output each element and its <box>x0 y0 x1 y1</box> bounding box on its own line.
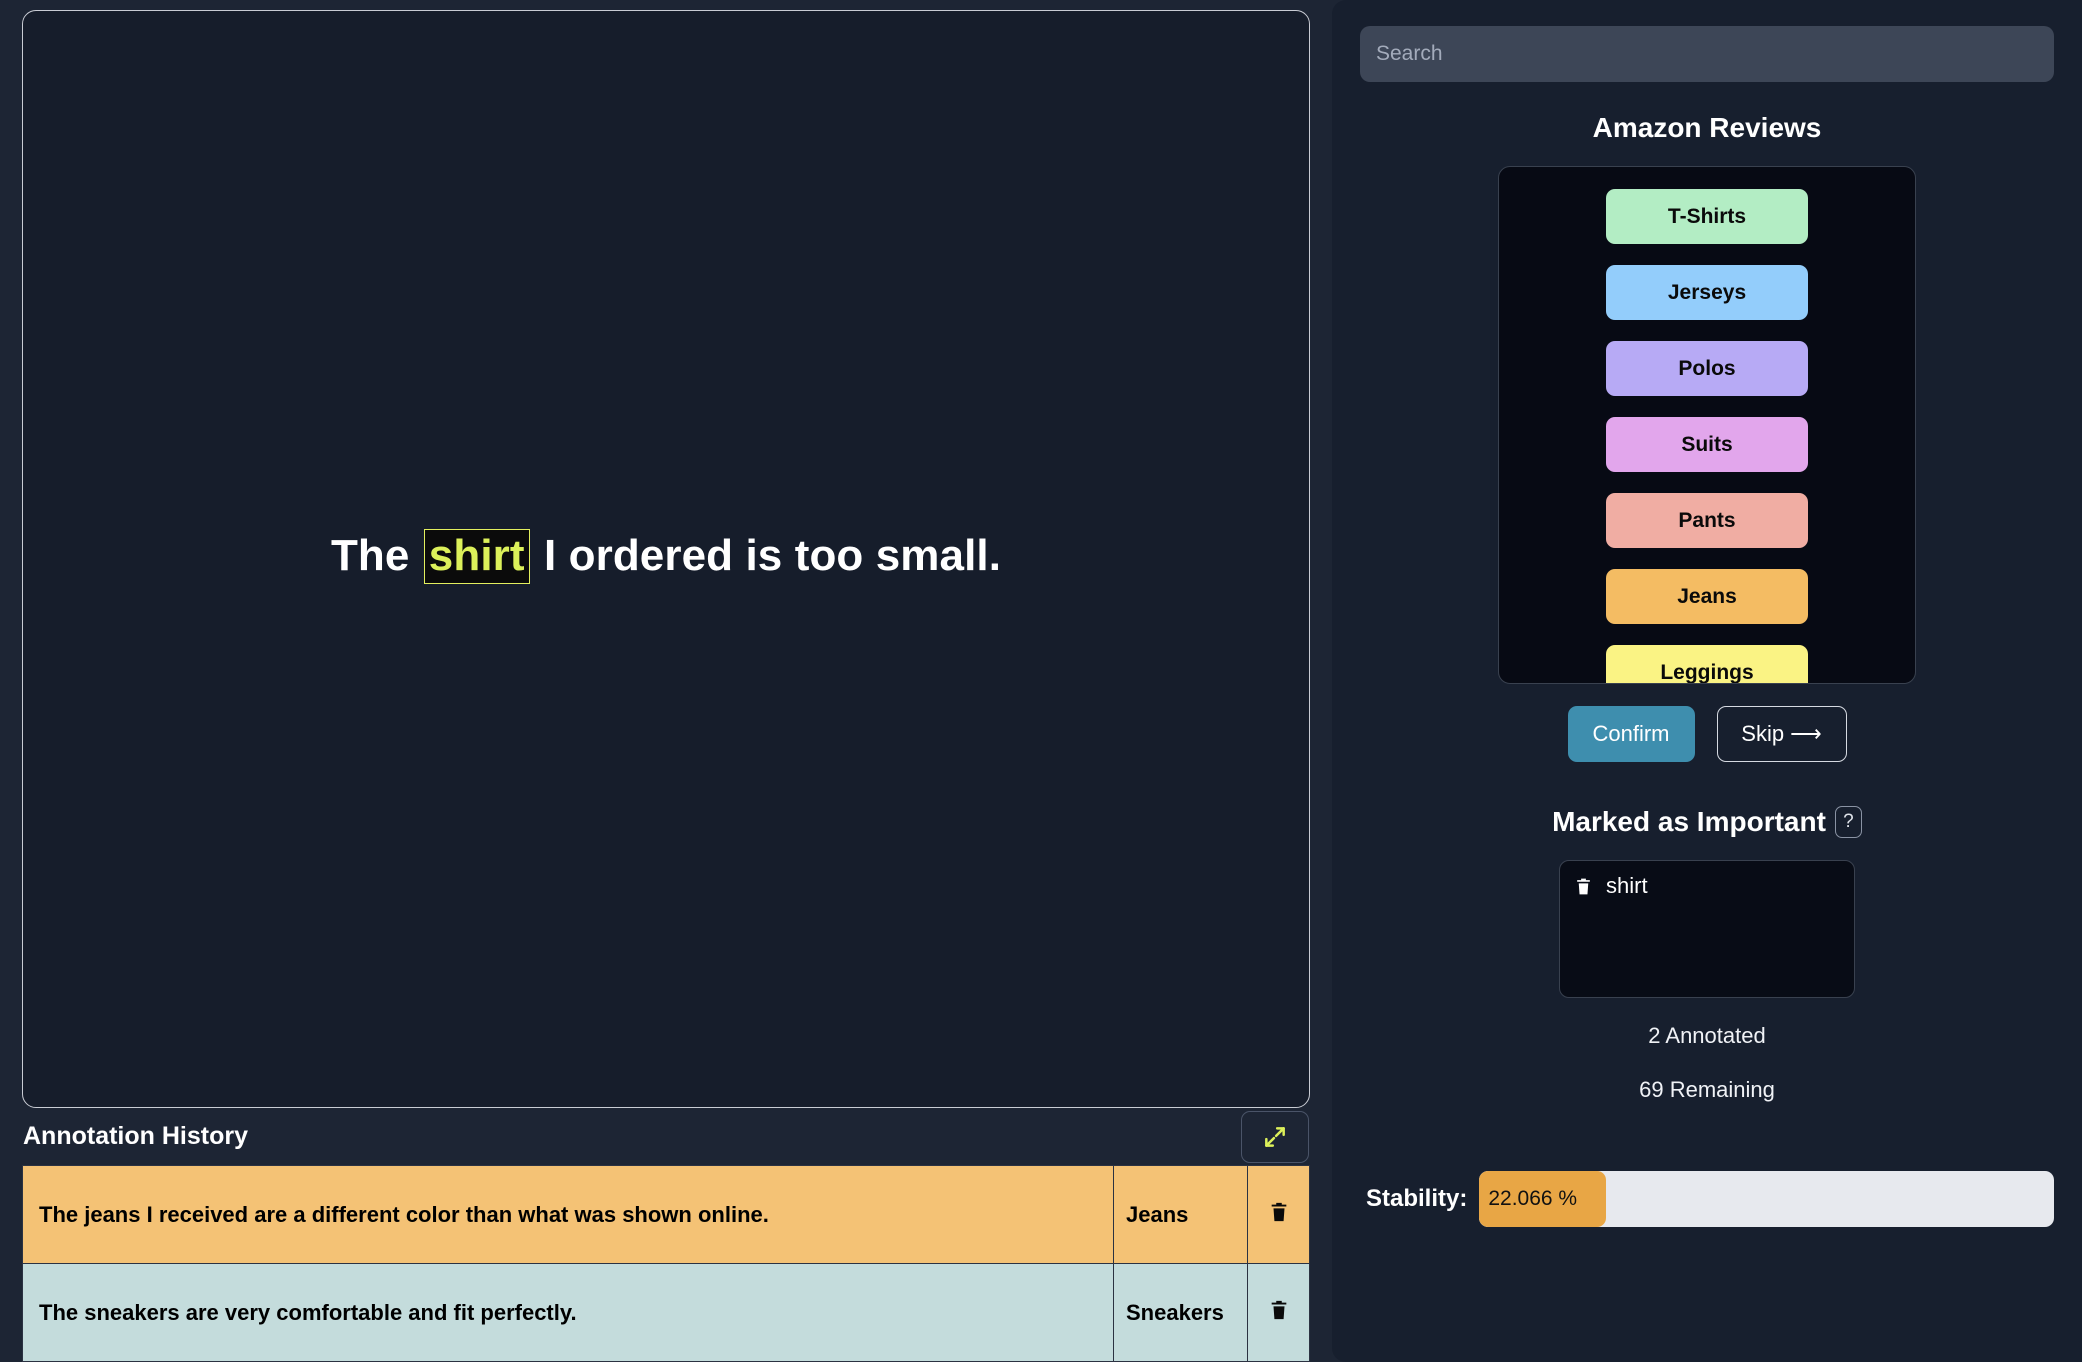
stability-progress-fill: 22.066 % <box>1479 1171 1607 1227</box>
confirm-button[interactable]: Confirm <box>1567 706 1695 762</box>
stability-row: Stability: 22.066 % <box>1360 1171 2054 1227</box>
category-button-polos[interactable]: Polos <box>1606 341 1808 396</box>
help-icon[interactable]: ? <box>1834 806 1862 838</box>
category-button-suits[interactable]: Suits <box>1606 417 1808 472</box>
category-button-leggings[interactable]: Leggings <box>1606 645 1808 683</box>
marked-important-title: Marked as Important <box>1552 806 1826 837</box>
action-row: Confirm Skip ⟶ <box>1567 706 1847 762</box>
annotated-count: 2 Annotated <box>1648 1023 1766 1048</box>
important-item-label: shirt <box>1606 873 1648 898</box>
trash-icon <box>1271 1202 1286 1221</box>
search-input[interactable] <box>1360 26 2054 82</box>
stability-progress-bar: 22.066 % <box>1479 1171 2054 1227</box>
sentence-panel: The shirt I ordered is too small. <box>22 10 1310 1108</box>
category-button-t-shirts[interactable]: T-Shirts <box>1606 189 1808 244</box>
expand-history-button[interactable] <box>1241 1110 1309 1163</box>
sentence-suffix: I ordered is too small. <box>531 531 1002 580</box>
marked-important-header: Marked as Important ? <box>1552 806 1862 838</box>
skip-button[interactable]: Skip ⟶ <box>1716 706 1847 762</box>
history-row-label: Jeans <box>1113 1165 1248 1264</box>
remaining-count: 69 Remaining <box>1639 1077 1775 1102</box>
table-row[interactable]: The sneakers are very comfortable and fi… <box>22 1263 1310 1362</box>
annotation-sentence: The shirt I ordered is too small. <box>330 529 1002 584</box>
left-column: The shirt I ordered is too small. Annota… <box>0 0 1332 1362</box>
history-row-text: The sneakers are very comfortable and fi… <box>22 1263 1114 1362</box>
category-button-jerseys[interactable]: Jerseys <box>1606 265 1808 320</box>
annotation-history-table: The jeans I received are a different col… <box>22 1165 1310 1362</box>
annotation-history-header: Annotation History <box>22 1108 1310 1165</box>
table-row[interactable]: The jeans I received are a different col… <box>22 1165 1310 1264</box>
sentence-prefix: The <box>330 531 422 580</box>
sidebar-title: Amazon Reviews <box>1592 112 1822 143</box>
trash-icon[interactable] <box>1574 876 1593 897</box>
list-item[interactable]: shirt <box>1574 873 1840 899</box>
annotation-history-body: The jeans I received are a different col… <box>22 1165 1310 1362</box>
history-row-delete-button[interactable] <box>1247 1263 1310 1362</box>
history-row-label: Sneakers <box>1113 1263 1248 1362</box>
expand-diagonal-icon <box>1265 1126 1285 1147</box>
category-button-pants[interactable]: Pants <box>1606 493 1808 548</box>
trash-icon <box>1271 1300 1286 1319</box>
highlighted-token[interactable]: shirt <box>423 529 530 584</box>
category-list[interactable]: T-Shirts Jerseys Polos Suits Pants Jeans… <box>1498 166 1916 684</box>
marked-important-list: shirt <box>1559 860 1855 998</box>
history-row-text: The jeans I received are a different col… <box>22 1165 1114 1264</box>
category-button-jeans[interactable]: Jeans <box>1606 569 1808 624</box>
sidebar-panel: Amazon Reviews T-Shirts Jerseys Polos Su… <box>1332 0 2082 1362</box>
annotation-history-title: Annotation History <box>23 1122 248 1150</box>
history-row-delete-button[interactable] <box>1247 1165 1310 1264</box>
stability-label: Stability: <box>1366 1185 1468 1212</box>
